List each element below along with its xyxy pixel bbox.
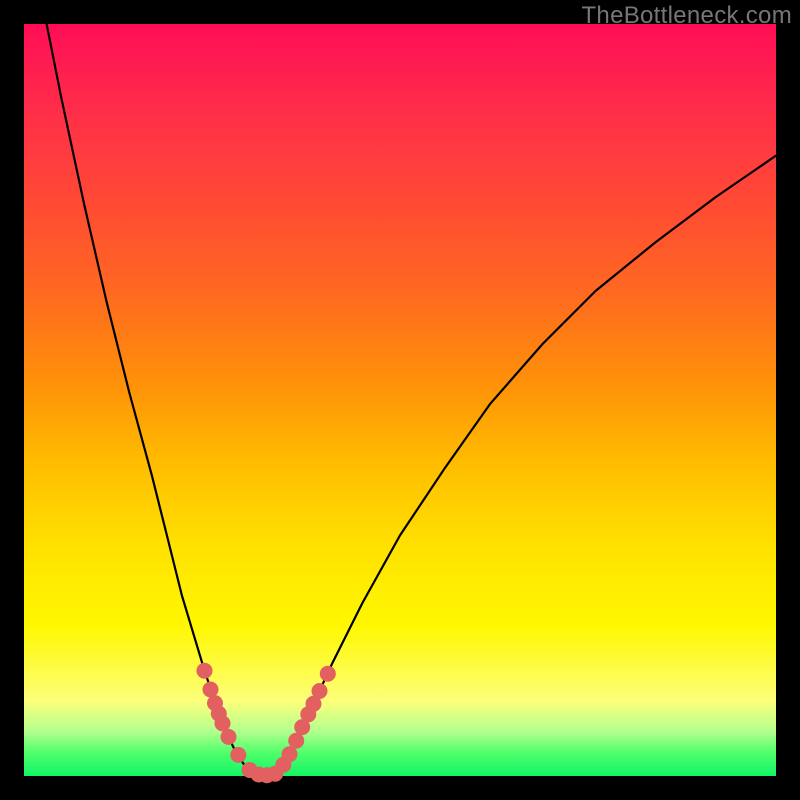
- bead-marker: [312, 683, 328, 699]
- bead-markers: [197, 663, 336, 784]
- bead-marker: [320, 666, 336, 682]
- bead-marker: [230, 747, 246, 763]
- curve-layer: [24, 24, 776, 776]
- right-curve: [268, 156, 776, 776]
- left-curve: [47, 24, 269, 775]
- plot-area: [24, 24, 776, 776]
- bead-marker: [221, 729, 237, 745]
- chart-frame: TheBottleneck.com: [0, 0, 800, 800]
- bead-marker: [288, 733, 304, 749]
- bead-marker: [197, 663, 213, 679]
- bead-marker: [203, 682, 219, 698]
